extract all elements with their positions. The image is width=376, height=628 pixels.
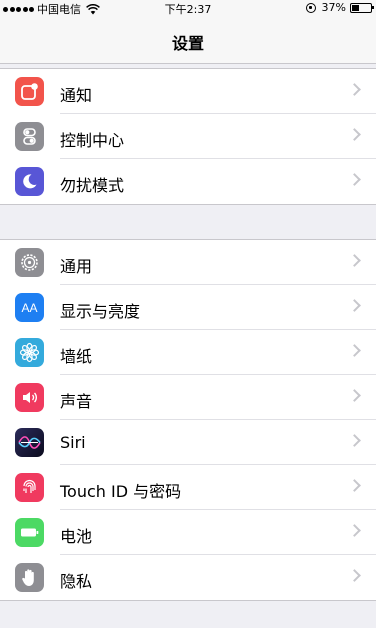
settings-row-notifications[interactable]: 通知 <box>0 69 376 114</box>
moon-icon <box>15 167 44 196</box>
battery-percent: 37% <box>321 1 346 14</box>
speaker-icon <box>15 383 44 412</box>
settings-row-label: 勿扰模式 <box>60 176 125 195</box>
display-icon-glyph: AA <box>21 300 38 315</box>
chevron-right-icon <box>348 389 361 402</box>
control-center-icon <box>15 122 44 151</box>
settings-row-do-not-disturb[interactable]: 勿扰模式 <box>0 159 376 204</box>
settings-row-siri[interactable]: Siri <box>0 420 376 465</box>
settings-row-label: 电池 <box>60 527 93 546</box>
chevron-right-icon <box>348 254 361 267</box>
settings-row-privacy[interactable]: 隐私 <box>0 555 376 600</box>
settings-row-label: 通用 <box>60 257 93 276</box>
settings-row-label: Touch ID 与密码 <box>60 482 182 501</box>
settings-group-2: 通用 AA 显示与亮度 墙纸 声音 Siri Touch ID 与密码 电池 隐… <box>0 239 376 601</box>
settings-row-display-brightness[interactable]: AA 显示与亮度 <box>0 285 376 330</box>
notifications-icon <box>15 77 44 106</box>
chevron-right-icon <box>348 434 361 447</box>
hand-icon <box>15 563 44 592</box>
page-title: 设置 <box>171 34 204 53</box>
settings-row-label: 通知 <box>60 86 93 105</box>
settings-row-label: 显示与亮度 <box>60 302 141 321</box>
wallpaper-flower-icon <box>15 338 44 367</box>
status-right: 37% <box>305 1 374 14</box>
chevron-right-icon <box>348 569 361 582</box>
settings-row-general[interactable]: 通用 <box>0 240 376 285</box>
chevron-right-icon <box>348 299 361 312</box>
settings-row-touch-id[interactable]: Touch ID 与密码 <box>0 465 376 510</box>
navigation-bar: 设置 <box>0 16 376 64</box>
chevron-right-icon <box>348 128 361 141</box>
settings-row-label: 控制中心 <box>60 131 125 150</box>
orientation-lock-icon <box>305 2 316 13</box>
chevron-right-icon <box>348 344 361 357</box>
fingerprint-icon <box>15 473 44 502</box>
battery-status-icon <box>350 2 374 13</box>
chevron-right-icon <box>348 524 361 537</box>
chevron-right-icon <box>348 83 361 96</box>
status-bar: 中国电信 下午2:37 37% <box>0 0 376 16</box>
settings-row-label: Siri <box>60 433 86 452</box>
chevron-right-icon <box>348 173 361 186</box>
display-brightness-icon: AA <box>15 293 44 322</box>
settings-row-label: 墙纸 <box>60 347 93 366</box>
chevron-right-icon <box>348 479 361 492</box>
settings-row-sounds[interactable]: 声音 <box>0 375 376 420</box>
battery-icon <box>15 518 44 547</box>
settings-row-wallpaper[interactable]: 墙纸 <box>0 330 376 375</box>
siri-icon <box>15 428 44 457</box>
gear-icon <box>15 248 44 277</box>
settings-row-label: 隐私 <box>60 572 93 591</box>
settings-group-1: 通知 控制中心 勿扰模式 <box>0 68 376 205</box>
settings-row-battery[interactable]: 电池 <box>0 510 376 555</box>
settings-row-control-center[interactable]: 控制中心 <box>0 114 376 159</box>
settings-row-label: 声音 <box>60 392 93 411</box>
